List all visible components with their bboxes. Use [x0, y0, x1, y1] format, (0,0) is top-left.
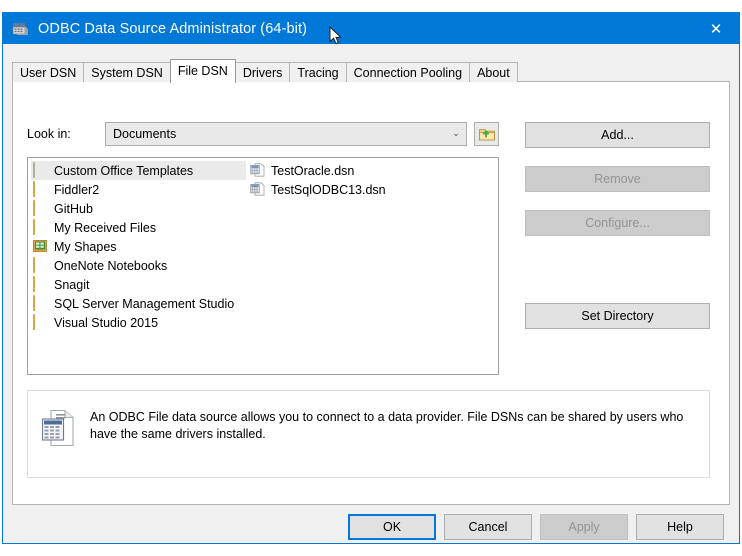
- folder-icon: [33, 257, 49, 273]
- look-in-combobox[interactable]: Documents ⌄: [105, 122, 467, 146]
- list-item-label: Snagit: [54, 277, 90, 292]
- folder-icon: [33, 219, 49, 235]
- apply-button: Apply: [540, 514, 628, 540]
- description-text: An ODBC File data source allows you to c…: [90, 410, 684, 441]
- close-icon[interactable]: ✕: [693, 13, 739, 44]
- list-item-label: TestSqlODBC13.dsn: [271, 182, 386, 197]
- tab-strip: User DSN System DSN File DSN Drivers Tra…: [12, 59, 730, 83]
- list-item-label: Fiddler2: [54, 182, 100, 197]
- list-item-label: Visual Studio 2015: [54, 315, 159, 330]
- dsn-file-icon: [250, 182, 266, 197]
- list-item[interactable]: TestOracle.dsn: [248, 161, 493, 180]
- tab-system-dsn[interactable]: System DSN: [83, 62, 171, 82]
- list-item[interactable]: Fiddler2: [31, 180, 246, 199]
- cancel-button[interactable]: Cancel: [444, 514, 532, 540]
- add-button[interactable]: Add...: [525, 122, 710, 148]
- list-item-label: SQL Server Management Studio: [54, 296, 235, 311]
- list-item[interactable]: Snagit: [31, 275, 246, 294]
- file-list[interactable]: Custom Office Templates Fiddler2 GitHub …: [27, 157, 499, 375]
- look-in-value: Documents: [113, 127, 177, 141]
- file-dsn-panel: Look in: Documents ⌄ Custom Office Templ…: [12, 81, 730, 505]
- list-item[interactable]: SQL Server Management Studio: [31, 294, 246, 313]
- chevron-down-icon: ⌄: [452, 129, 460, 139]
- help-button[interactable]: Help: [636, 514, 724, 540]
- list-item[interactable]: GitHub: [31, 199, 246, 218]
- dsn-document-icon: [41, 409, 75, 447]
- folder-icon: [33, 314, 49, 330]
- folder-column: Custom Office Templates Fiddler2 GitHub …: [31, 161, 246, 332]
- list-item-label: TestOracle.dsn: [271, 163, 355, 178]
- folder-icon: [33, 181, 49, 197]
- folder-visio-icon: [33, 239, 49, 254]
- folder-icon: [33, 276, 49, 292]
- list-item[interactable]: TestSqlODBC13.dsn: [248, 180, 493, 199]
- tab-tracing[interactable]: Tracing: [289, 62, 347, 82]
- look-in-label: Look in:: [27, 127, 71, 141]
- list-item[interactable]: My Shapes: [31, 237, 246, 256]
- tab-user-dsn[interactable]: User DSN: [12, 62, 85, 82]
- tab-about[interactable]: About: [469, 62, 518, 82]
- dsn-file-icon: [250, 163, 266, 178]
- remove-button: Remove: [525, 166, 710, 192]
- list-item-label: GitHub: [54, 201, 93, 216]
- description-group: An ODBC File data source allows you to c…: [27, 390, 710, 478]
- folder-icon: [33, 200, 49, 216]
- folder-up-icon[interactable]: [474, 122, 499, 146]
- list-item[interactable]: Visual Studio 2015: [31, 313, 246, 332]
- list-item[interactable]: My Received Files: [31, 218, 246, 237]
- tab-drivers[interactable]: Drivers: [234, 62, 291, 82]
- list-item-label: My Received Files: [54, 220, 157, 235]
- list-item-label: My Shapes: [54, 239, 117, 254]
- odbc-database-icon: [12, 20, 30, 38]
- configure-button: Configure...: [525, 210, 710, 236]
- folder-icon: [33, 295, 49, 311]
- tab-connection-pooling[interactable]: Connection Pooling: [345, 62, 471, 82]
- tab-file-dsn[interactable]: File DSN: [169, 59, 236, 83]
- ok-button[interactable]: OK: [348, 514, 436, 540]
- title-bar: ODBC Data Source Administrator (64-bit) …: [3, 13, 739, 44]
- set-directory-button[interactable]: Set Directory: [525, 303, 710, 329]
- list-item[interactable]: Custom Office Templates: [31, 161, 246, 180]
- list-item-label: OneNote Notebooks: [54, 258, 168, 273]
- window-title: ODBC Data Source Administrator (64-bit): [38, 20, 308, 37]
- list-item[interactable]: OneNote Notebooks: [31, 256, 246, 275]
- file-column: TestOracle.dsn TestSqlODBC13.dsn: [248, 161, 493, 199]
- list-item-label: Custom Office Templates: [54, 163, 194, 178]
- folder-green-icon: [33, 162, 49, 178]
- odbc-dialog-window: ODBC Data Source Administrator (64-bit) …: [2, 12, 740, 544]
